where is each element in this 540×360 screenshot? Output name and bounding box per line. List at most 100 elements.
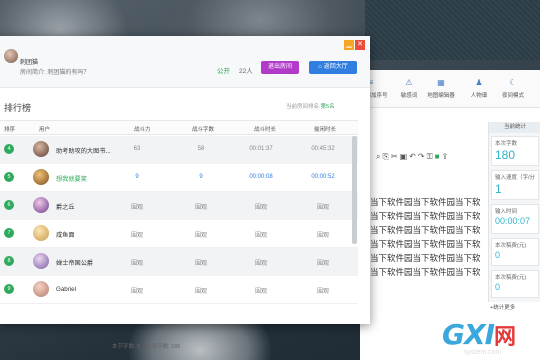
avatar xyxy=(33,169,49,185)
room-member-count: 22人 xyxy=(239,68,253,75)
power-cell: 围观 xyxy=(130,289,143,295)
power-cell: 9 xyxy=(135,174,139,180)
my-rank-value: 第5名 xyxy=(320,104,335,110)
watermark-domain: system.com xyxy=(464,349,502,356)
stat-word-count: 本次字数 180 xyxy=(491,136,539,166)
stat-speed: 输入速度（字/分 1 xyxy=(491,170,539,200)
words-cell: 围观 xyxy=(194,289,207,295)
rank-badge: 6 xyxy=(4,200,14,210)
words-cell: 围观 xyxy=(194,233,207,239)
col-idle-time: 偷闲时长 xyxy=(314,127,337,133)
rank-badge: 9 xyxy=(4,284,14,294)
table-row[interactable]: 9 Gabriel 围观 围观 围观 围观 xyxy=(0,276,358,304)
minimize-icon[interactable]: ▁ xyxy=(344,40,354,50)
export-icon[interactable]: ⇪ xyxy=(442,152,451,161)
stat-label: 本次稿费(元) xyxy=(495,275,527,281)
stat-fee: 本次稿费(元) 0 xyxy=(491,238,539,266)
sensitive-words-button[interactable]: ⚠ 敏感词 xyxy=(392,78,426,99)
words-cell: 围观 xyxy=(194,261,207,267)
redo-icon[interactable]: ↷ xyxy=(418,152,427,161)
idle-time-cell: 围观 xyxy=(316,205,329,211)
idle-time-cell: 围观 xyxy=(316,289,329,295)
editor-text-line[interactable]: 当下软件园当下软件园当下软 xyxy=(370,252,481,264)
fight-time-cell: 00:00:08 xyxy=(249,174,273,180)
avatar xyxy=(33,281,49,297)
cut-icon[interactable]: ✂ xyxy=(391,152,400,161)
map-editor-button[interactable]: ▦ 地图编辑器 xyxy=(424,78,458,99)
table-row[interactable]: 7 咸鱼面 围观 围观 围观 围观 xyxy=(0,220,358,248)
stat-fee-2: 本次稿费(元) 0 xyxy=(491,270,539,298)
person-icon: ♟ xyxy=(475,78,483,87)
table-row[interactable]: 6 爵之丘 围观 围观 围观 围观 xyxy=(0,192,358,220)
col-fight-time: 战斗时长 xyxy=(254,127,277,133)
fight-time-cell: 围观 xyxy=(254,289,267,295)
col-rank: 排序 xyxy=(4,127,16,133)
idle-time-cell: 00:45:32 xyxy=(311,146,335,152)
lock-icon[interactable]: ⚿ xyxy=(427,152,435,161)
room-header: 刺团猫 房间简介: 刺团猫的有吗？ ▁ ✕ 公开 22人 退出房间 ⌂ 返回大厅 xyxy=(0,36,370,88)
character-chart-button[interactable]: ♟ 人物谱 xyxy=(462,78,496,99)
watermark: GXI网 system.com xyxy=(442,318,516,356)
user-name[interactable]: Gabriel xyxy=(56,286,76,293)
table-row[interactable]: 5 想我就要笑 9 9 00:00:08 00:00:52 xyxy=(0,164,358,192)
avatar xyxy=(33,225,49,241)
power-cell: 围观 xyxy=(130,261,143,267)
exit-room-button[interactable]: 退出房间 xyxy=(261,61,299,74)
user-name[interactable]: 咸鱼面 xyxy=(56,230,75,239)
rank-badge: 8 xyxy=(4,256,14,266)
stat-value: 1 xyxy=(495,182,502,196)
words-cell: 58 xyxy=(197,146,205,152)
stat-time: 输入时间 00:00:07 xyxy=(491,204,539,234)
fight-time-cell: 围观 xyxy=(254,261,267,267)
window-controls: ▁ ✕ xyxy=(343,40,365,50)
editor-text-line[interactable]: 当下软件园当下软件园当下软 xyxy=(370,196,481,208)
editor-statusbar: 本节字数: 5 本章字数: 185 xyxy=(112,342,180,350)
fight-time-cell: 围观 xyxy=(254,205,267,211)
back-to-lobby-button[interactable]: ⌂ 返回大厅 xyxy=(309,61,357,74)
user-name[interactable]: 助考助攻的大图书... xyxy=(56,146,111,155)
stat-label: 输入速度（字/分 xyxy=(495,175,536,181)
power-cell: 63 xyxy=(133,146,141,152)
chapter-word-count: 本章字数: 185 xyxy=(146,344,181,350)
room-status: 公开 xyxy=(217,68,230,75)
words-cell: 围观 xyxy=(194,205,207,211)
copy-icon[interactable]: ⎘ xyxy=(382,152,390,161)
table-row[interactable]: 4 助考助攻的大图书... 63 58 00:01:37 00:45:32 xyxy=(0,136,358,164)
stat-value: 0 xyxy=(495,282,501,292)
night-mode-button[interactable]: ☾ 夜间模式 xyxy=(496,78,530,99)
idle-time-cell: 围观 xyxy=(316,233,329,239)
room-dialog: 刺团猫 房间简介: 刺团猫的有吗？ ▁ ✕ 公开 22人 退出房间 ⌂ 返回大厅 排… xyxy=(0,36,370,324)
section-word-count: 本节字数: 5 xyxy=(112,344,141,350)
editor-toolbar: ≡ 比最添加序号 ⚠ 敏感词 ▦ 地图编辑器 ♟ 人物谱 ☾ 夜间模式 xyxy=(354,70,540,108)
editor-text-line[interactable]: 当下软件园当下软件园当下软 xyxy=(370,224,481,236)
undo-icon[interactable]: ↶ xyxy=(409,152,418,161)
room-intro: 房间简介: 刺团猫的有吗？ xyxy=(20,70,90,76)
rank-badge: 5 xyxy=(4,172,14,182)
stat-value: 00:00:07 xyxy=(495,216,531,226)
leaderboard-scrollbar[interactable] xyxy=(352,136,357,244)
stats-panel: 当前统计 本次字数 180 输入速度（字/分 1 输入时间 00:00:07 本次稿费… xyxy=(488,122,540,302)
table-row[interactable]: 8 婵士帝国公爵 围观 围观 围观 围观 xyxy=(0,248,358,276)
user-name[interactable]: 想我就要笑 xyxy=(56,174,87,183)
avatar xyxy=(33,197,49,213)
stat-value: 180 xyxy=(495,148,516,162)
save-icon[interactable]: ■ xyxy=(435,152,442,161)
power-cell: 围观 xyxy=(130,205,143,211)
editor-text-line[interactable]: 当下软件园当下软件园当下软 xyxy=(370,210,481,222)
more-stats-link[interactable]: +统计更多 xyxy=(490,303,515,311)
stats-title: 当前统计 xyxy=(489,122,540,133)
user-name[interactable]: 婵士帝国公爵 xyxy=(56,258,93,267)
editor-text-line[interactable]: 当下软件园当下软件园当下软 xyxy=(370,266,481,278)
close-icon[interactable]: ✕ xyxy=(355,40,365,50)
col-user: 用户 xyxy=(39,127,51,133)
warning-icon: ⚠ xyxy=(405,78,413,87)
leaderboard-header: 排序 用户 战斗力 战斗字数 战斗时长 偷闲时长 xyxy=(0,120,358,135)
col-words: 战斗字数 xyxy=(192,127,215,133)
avatar xyxy=(33,253,49,269)
edit-toolbar: ⌕⎘✂▣↶↷⚿■⇪ xyxy=(376,152,450,162)
paste-icon[interactable]: ▣ xyxy=(400,152,410,161)
avatar xyxy=(33,141,49,157)
fight-time-cell: 00:01:37 xyxy=(249,146,273,152)
user-name[interactable]: 爵之丘 xyxy=(56,202,75,211)
editor-text-line[interactable]: 当下软件园当下软件园当下软 xyxy=(370,238,481,250)
